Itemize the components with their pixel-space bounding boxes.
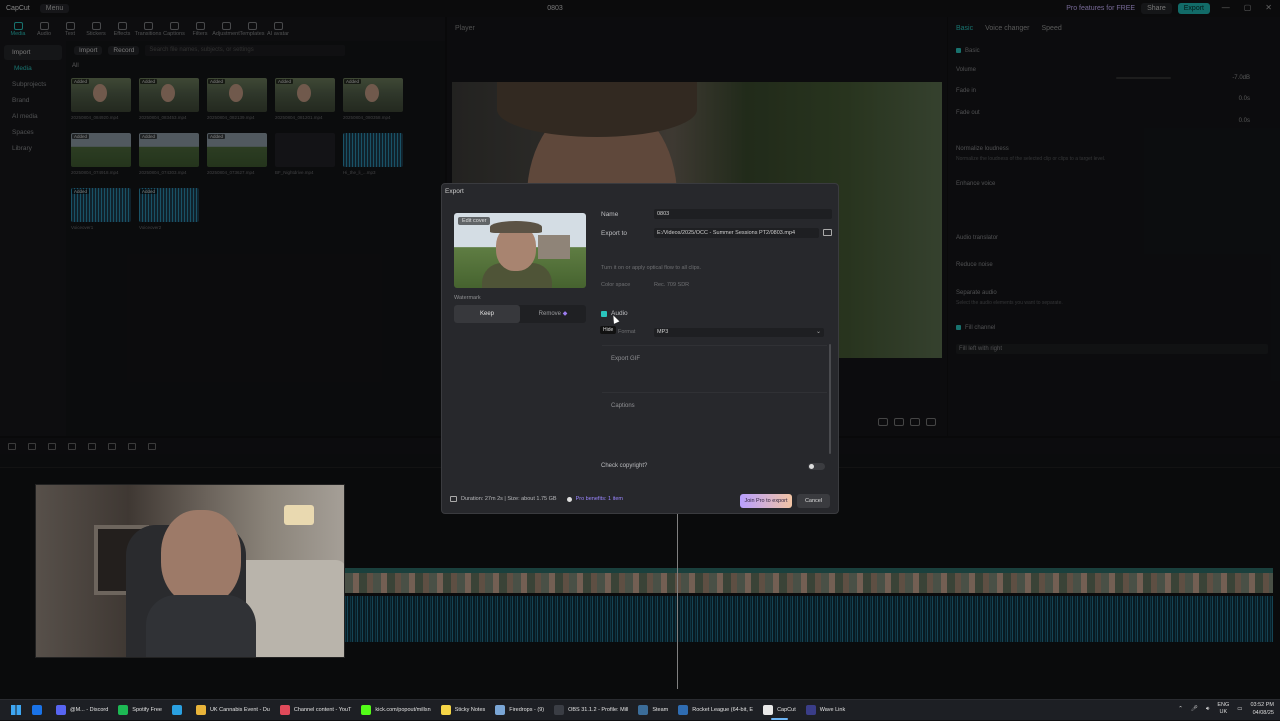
name-input[interactable]: 0803 [654, 209, 832, 219]
watermark-remove[interactable]: Remove ◆ [520, 305, 586, 323]
app-icon [638, 705, 649, 715]
export-gif-label[interactable]: Export GIF [611, 356, 640, 362]
pro-gem-icon: ◆ [562, 311, 568, 317]
windows-start-icon[interactable] [11, 705, 21, 715]
app-icon [440, 705, 451, 715]
film-icon [450, 496, 457, 502]
watermark-keep[interactable]: Keep [454, 305, 520, 323]
format-select[interactable]: MP3 ⌄ [654, 328, 824, 337]
taskbar-app[interactable]: Steam [633, 700, 673, 721]
outlook-icon [32, 705, 42, 715]
language-indicator[interactable]: ENG UK [1217, 702, 1229, 716]
taskbar-app-label: @M... - Discord [70, 707, 109, 713]
captions-section [602, 392, 827, 393]
taskbar-app-label: kick.com/popout/millsn [375, 707, 431, 713]
gif-section [602, 345, 827, 346]
taskbar-app-label: Steam [652, 707, 669, 713]
app-icon [279, 705, 290, 715]
join-pro-button[interactable]: Join Pro to export [740, 494, 792, 508]
webcam-overlay [35, 484, 345, 658]
taskbar-app-label: Channel content - YouT [293, 707, 352, 713]
taskbar-app[interactable]: Spotify Free [113, 700, 167, 721]
app-icon [554, 705, 565, 715]
taskbar-app[interactable]: OBS 31.1.2 - Profile: Mill [549, 700, 633, 721]
taskbar-app[interactable]: kick.com/popout/millsn [356, 700, 435, 721]
taskbar-app[interactable]: Channel content - YouT [275, 700, 357, 721]
app-icon [118, 705, 129, 715]
watermark-label: Watermark [454, 295, 481, 301]
network-icon[interactable]: ▭ [1237, 706, 1242, 712]
audio-checkbox[interactable] [601, 311, 607, 317]
check-copyright-label: Check copyright? [601, 463, 648, 469]
copyright-switch[interactable] [808, 463, 825, 470]
cover-thumbnail[interactable]: Edit cover [454, 213, 586, 288]
cover-hat [490, 221, 542, 233]
pro-benefits-link[interactable]: Pro benefits: 1 item [576, 496, 623, 502]
taskbar-app[interactable]: UK Cannabis Event - Du [191, 700, 275, 721]
export-path-input[interactable]: E:/Videos/2025/OCC - Summer Sessions PT2… [654, 228, 819, 238]
taskbar-app-label: Firedrops - (9) [509, 707, 545, 713]
taskbar-app-label: Spotify Free [132, 707, 162, 713]
folder-icon[interactable] [823, 229, 832, 236]
app-icon [171, 705, 182, 715]
export-to-label: Export to [601, 230, 628, 237]
taskbar-app[interactable]: CapCut [758, 700, 801, 721]
app-icon [678, 705, 689, 715]
taskbar-app[interactable]: Sticky Notes [436, 700, 491, 721]
taskbar-app-label: Wave Link [819, 707, 846, 713]
app-icon [495, 705, 506, 715]
taskbar-app[interactable]: Firedrops - (9) [490, 700, 549, 721]
edit-cover-button[interactable]: Edit cover [458, 217, 491, 225]
taskbar-app-label: OBS 31.1.2 - Profile: Mill [568, 707, 629, 713]
dialog-title: Export [445, 188, 464, 195]
system-tray: ⌃ 🎤︎ 🔊︎ ENG UK ▭ 03:52 PM 04/08/25 [1178, 701, 1274, 717]
chevron-down-icon: ⌄ [815, 329, 821, 335]
taskbar-app[interactable] [167, 700, 191, 721]
taskbar-app-label: Rocket League (64-bit, E [692, 707, 754, 713]
watermark-toggle: Keep Remove ◆ [454, 305, 586, 323]
info-icon [566, 496, 572, 502]
name-label: Name [601, 211, 619, 218]
app-icon [805, 705, 816, 715]
export-dialog: Export Edit cover Watermark Keep Remove … [441, 183, 839, 514]
taskbar-app[interactable]: @M... - Discord [51, 700, 113, 721]
app-icon [56, 705, 66, 715]
dialog-footer: Duration: 27m 2s | Size: about 1.75 GB P… [450, 496, 623, 502]
color-space-value[interactable]: Rec. 709 SDR [654, 282, 689, 288]
webcam-lamp [284, 505, 314, 525]
webcam-body [146, 595, 256, 657]
webcam-person [161, 510, 241, 605]
taskbar-app-label: CapCut [777, 707, 796, 713]
taskbar-app-label: UK Cannabis Event - Du [209, 707, 270, 713]
chevron-up-icon[interactable]: ⌃ [1178, 706, 1183, 712]
speaker-icon[interactable]: 🔊︎ [1206, 706, 1209, 713]
app-icon [195, 705, 206, 715]
windows-taskbar: @M... - Discord Spotify Free UK Cannabis E… [0, 699, 1280, 720]
captions-label[interactable]: Captions [611, 403, 635, 409]
cancel-button[interactable]: Cancel [797, 494, 830, 508]
format-label: Format [618, 329, 636, 335]
taskbar-app-label: Sticky Notes [454, 707, 486, 713]
optical-flow-hint: Turn it on or apply optical flow to all … [601, 265, 702, 271]
app-icon [763, 705, 774, 715]
microphone-icon[interactable]: 🎤︎ [1191, 706, 1198, 712]
cover-house [538, 235, 570, 259]
taskbar-outlook[interactable] [27, 700, 51, 721]
clock[interactable]: 03:52 PM 04/08/25 [1250, 701, 1274, 717]
app-icon [361, 705, 372, 715]
taskbar-app[interactable]: Rocket League (64-bit, E [673, 700, 758, 721]
duration-size-text: Duration: 27m 2s | Size: about 1.75 GB [461, 496, 557, 502]
hide-tooltip: Hide [600, 326, 617, 334]
color-space-label: Color space [601, 282, 631, 288]
taskbar-app[interactable]: Wave Link [801, 700, 850, 721]
dialog-scrollbar[interactable] [829, 344, 831, 454]
